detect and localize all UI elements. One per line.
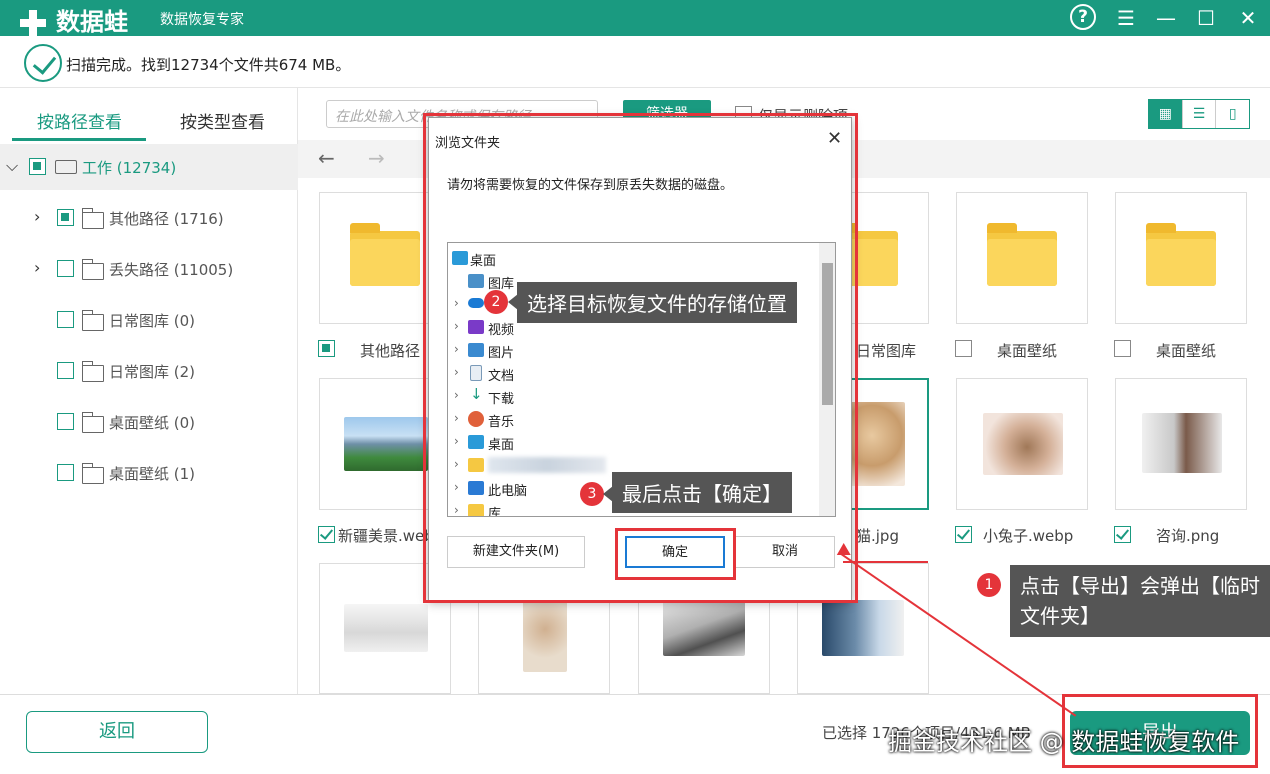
tree-item-lost-path[interactable]: › 丢失路径 (11005) (0, 246, 298, 292)
minimize-button[interactable]: — (1152, 4, 1180, 32)
folder-icon (350, 223, 420, 286)
file-label: 日常图库 (856, 342, 917, 360)
tree-item-work[interactable]: ⌵ 工作 (12734) (0, 144, 298, 190)
folder-icon (82, 412, 104, 433)
drive-icon (55, 160, 77, 174)
app-logo: 数据蛙 (18, 2, 128, 38)
list-view-icon[interactable]: ☰ (1183, 100, 1217, 128)
file-label: 桌面壁纸 (1156, 342, 1217, 360)
tree-label: 桌面壁纸 (1) (109, 465, 196, 483)
image-thumbnail (1142, 413, 1222, 473)
help-icon[interactable]: ? (1070, 4, 1096, 30)
image-thumbnail (344, 604, 428, 652)
folder-icon (82, 361, 104, 382)
tab-underline (12, 138, 146, 141)
detail-view-icon[interactable]: ▯ (1216, 100, 1249, 128)
tree-checkbox[interactable] (57, 413, 74, 430)
file-checkbox[interactable] (318, 340, 335, 357)
folder-icon (82, 259, 104, 280)
step-number-badge: 1 (977, 573, 1001, 597)
file-card[interactable] (956, 192, 1088, 324)
folder-icon (987, 223, 1057, 286)
left-pane: 按路径查看 按类型查看 ⌵ 工作 (12734) › 其他路径 (1716) ›… (0, 88, 298, 694)
back-button[interactable]: 返回 (26, 711, 208, 753)
tree-label: 日常图库 (0) (109, 312, 196, 330)
annotation-callout: 选择目标恢复文件的存储位置 (517, 282, 797, 323)
tree-item-wallpaper-1[interactable]: 桌面壁纸 (1) (0, 450, 298, 496)
tree-item-daily-gallery-2[interactable]: 日常图库 (2) (0, 348, 298, 394)
back-arrow-icon[interactable]: ← (318, 146, 335, 170)
app-name: 数据蛙 (56, 8, 128, 36)
view-mode-group: ▦ ☰ ▯ (1148, 99, 1250, 129)
annotation-arrow (843, 561, 928, 563)
folder-icon (82, 310, 104, 331)
tree-checkbox[interactable] (57, 311, 74, 328)
tree-item-wallpaper-0[interactable]: 桌面壁纸 (0) (0, 399, 298, 445)
tree-item-other-path[interactable]: › 其他路径 (1716) (0, 195, 298, 241)
scan-status-bar: 扫描完成。找到12734个文件共674 MB。 (0, 36, 1270, 88)
annotation-callout: 最后点击【确定】 (612, 472, 792, 513)
tree-label: 桌面壁纸 (0) (109, 414, 196, 432)
tree-checkbox[interactable] (57, 362, 74, 379)
app-tagline: 数据恢复专家 (160, 12, 244, 28)
image-thumbnail (663, 600, 745, 656)
chevron-right-icon[interactable]: › (34, 258, 40, 277)
forward-arrow-icon[interactable]: → (368, 146, 385, 170)
file-card[interactable] (1115, 378, 1247, 510)
file-checkbox[interactable] (1114, 340, 1131, 357)
image-thumbnail (822, 600, 904, 656)
close-button[interactable]: ✕ (1234, 4, 1262, 32)
tree-label: 工作 (12734) (82, 159, 177, 177)
file-card[interactable] (1115, 192, 1247, 324)
chevron-right-icon[interactable]: › (34, 207, 40, 226)
check-circle-icon (24, 44, 62, 82)
file-checkbox[interactable] (318, 526, 335, 543)
folder-icon (82, 208, 104, 229)
tab-by-path[interactable]: 按路径查看 (37, 108, 122, 133)
folder-icon (1146, 223, 1216, 286)
file-label: 咨询.png (1156, 527, 1220, 545)
file-checkbox[interactable] (1114, 526, 1131, 543)
tree-label: 其他路径 (1716) (109, 210, 224, 228)
tree-label: 日常图库 (2) (109, 363, 196, 381)
image-thumbnail (983, 413, 1063, 475)
menu-icon[interactable]: ☰ (1112, 4, 1140, 32)
step-number-badge: 2 (484, 290, 508, 314)
grid-view-icon[interactable]: ▦ (1149, 100, 1183, 128)
tree-checkbox[interactable] (57, 209, 74, 226)
file-label: 猫.jpg (856, 527, 899, 545)
tree-label: 丢失路径 (11005) (109, 261, 234, 279)
chevron-down-icon[interactable]: ⌵ (6, 156, 18, 176)
file-checkbox[interactable] (955, 340, 972, 357)
folder-icon (82, 463, 104, 484)
plus-icon (18, 8, 48, 38)
ok-highlight-box (615, 528, 736, 580)
tree-checkbox[interactable] (57, 260, 74, 277)
tree-checkbox[interactable] (29, 158, 46, 175)
title-bar: 数据蛙 数据恢复专家 ? ☰ — ☐ ✕ (0, 0, 1270, 36)
file-label: 桌面壁纸 (997, 342, 1058, 360)
annotation-callout: 点击【导出】会弹出【临时文件夹】 (1010, 565, 1270, 637)
image-thumbnail (523, 594, 567, 672)
tab-by-type[interactable]: 按类型查看 (180, 108, 265, 133)
tree-checkbox[interactable] (57, 464, 74, 481)
file-checkbox[interactable] (955, 526, 972, 543)
file-label: 其他路径 (360, 342, 421, 360)
tree-item-daily-gallery-0[interactable]: 日常图库 (0) (0, 297, 298, 343)
watermark: 掘金技术社区 @ 数据蛙恢复软件 (888, 728, 1240, 756)
scan-status-text: 扫描完成。找到12734个文件共674 MB。 (66, 56, 351, 74)
step-number-badge: 3 (580, 482, 604, 506)
file-label: 小兔子.webp (983, 527, 1074, 545)
image-thumbnail (344, 417, 428, 471)
maximize-button[interactable]: ☐ (1192, 4, 1220, 32)
file-card[interactable] (956, 378, 1088, 510)
